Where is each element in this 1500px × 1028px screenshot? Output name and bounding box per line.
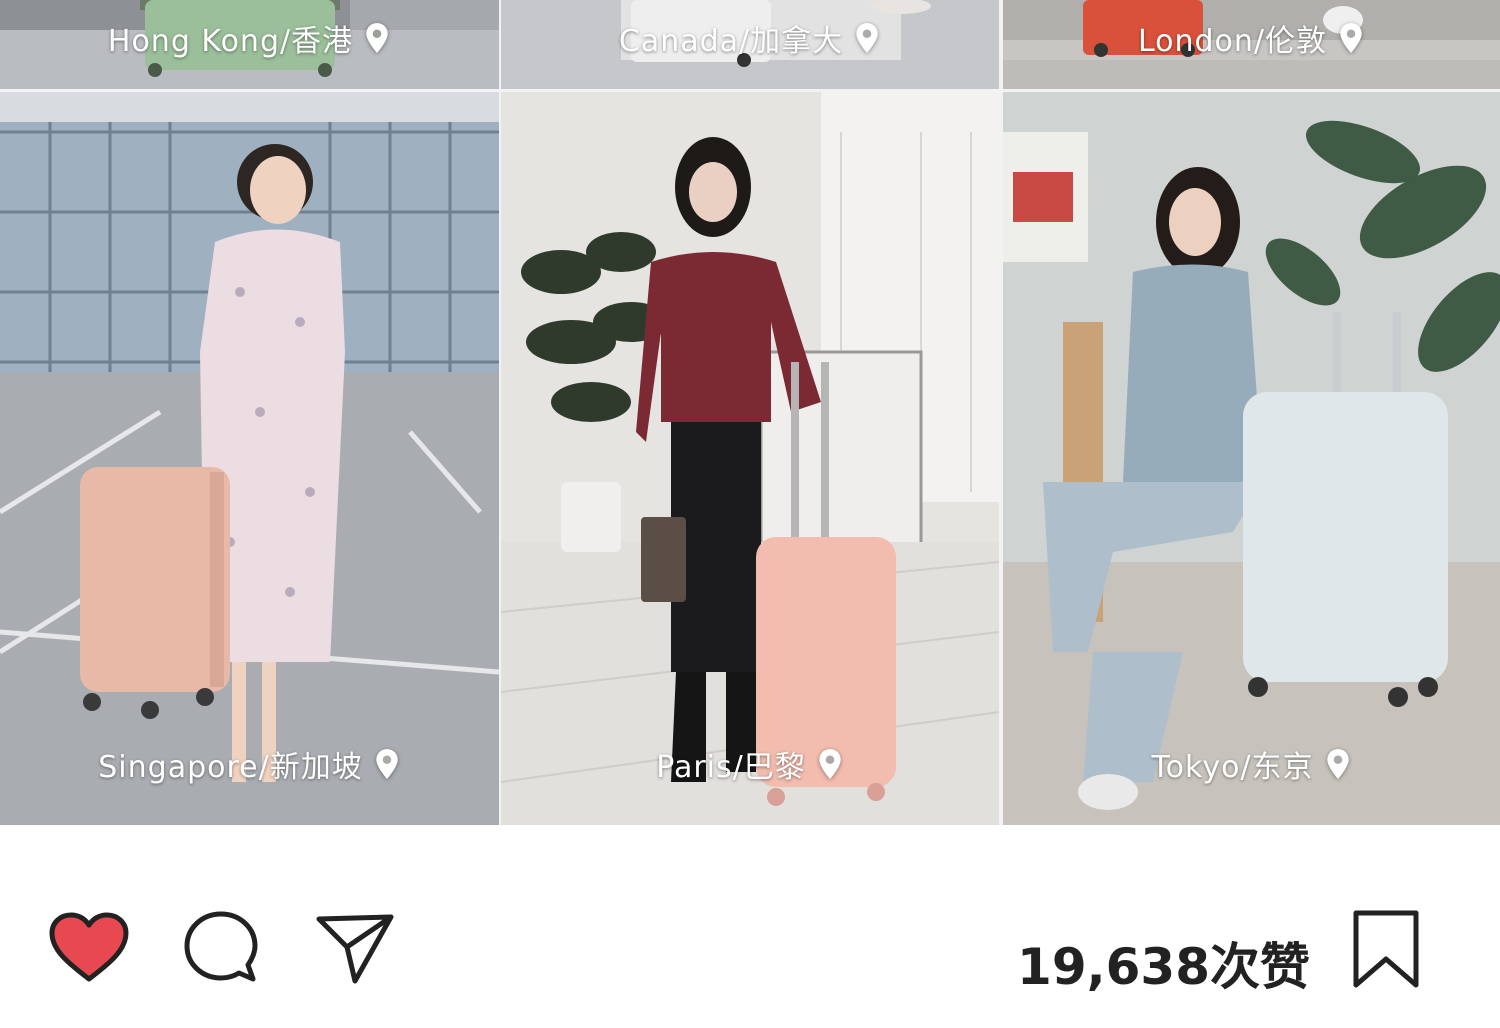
photo-singapore <box>0 92 499 825</box>
location-pin-icon <box>1326 749 1349 779</box>
location-text: Singapore/新加坡 <box>98 750 363 785</box>
photo-paris <box>501 92 999 825</box>
heart-icon[interactable] <box>48 911 130 985</box>
likes-count: 19,638次赞 <box>1017 938 1310 996</box>
comment-icon[interactable] <box>182 909 260 987</box>
location-text: London/伦敦 <box>1137 24 1328 59</box>
photo-tokyo <box>1003 92 1500 825</box>
location-pin-icon <box>856 23 878 53</box>
location-pin-icon <box>376 749 398 779</box>
photo-tile-london[interactable]: London/伦敦 <box>1003 0 1500 89</box>
photo-tile-singapore[interactable]: Singapore/新加坡 <box>0 92 499 825</box>
photo-tile-paris[interactable]: Paris/巴黎 <box>501 92 999 825</box>
location-pin-icon <box>819 749 841 779</box>
location-text: Hong Kong/香港 <box>107 24 354 59</box>
bookmark-icon[interactable] <box>1352 909 1420 991</box>
photo-tile-canada[interactable]: Canada/加拿大 <box>501 0 999 89</box>
photo-grid: Hong Kong/香港 Canada/加拿大 London/伦敦 Singap… <box>0 0 1500 825</box>
location-text: Canada/加拿大 <box>618 24 844 59</box>
location-label: Canada/加拿大 <box>501 16 999 60</box>
location-text: Tokyo/东京 <box>1151 750 1314 785</box>
send-icon[interactable] <box>315 911 395 985</box>
photo-tile-tokyo[interactable]: Tokyo/东京 <box>1003 92 1500 825</box>
location-text: Paris/巴黎 <box>656 750 806 785</box>
location-label: London/伦敦 <box>1003 16 1500 60</box>
location-label: Tokyo/东京 <box>1003 742 1500 786</box>
location-label: Singapore/新加坡 <box>0 742 499 786</box>
photo-tile-hong-kong[interactable]: Hong Kong/香港 <box>0 0 499 89</box>
location-label: Paris/巴黎 <box>501 742 999 786</box>
location-pin-icon <box>366 23 388 53</box>
location-pin-icon <box>1340 23 1362 53</box>
location-label: Hong Kong/香港 <box>0 16 499 60</box>
